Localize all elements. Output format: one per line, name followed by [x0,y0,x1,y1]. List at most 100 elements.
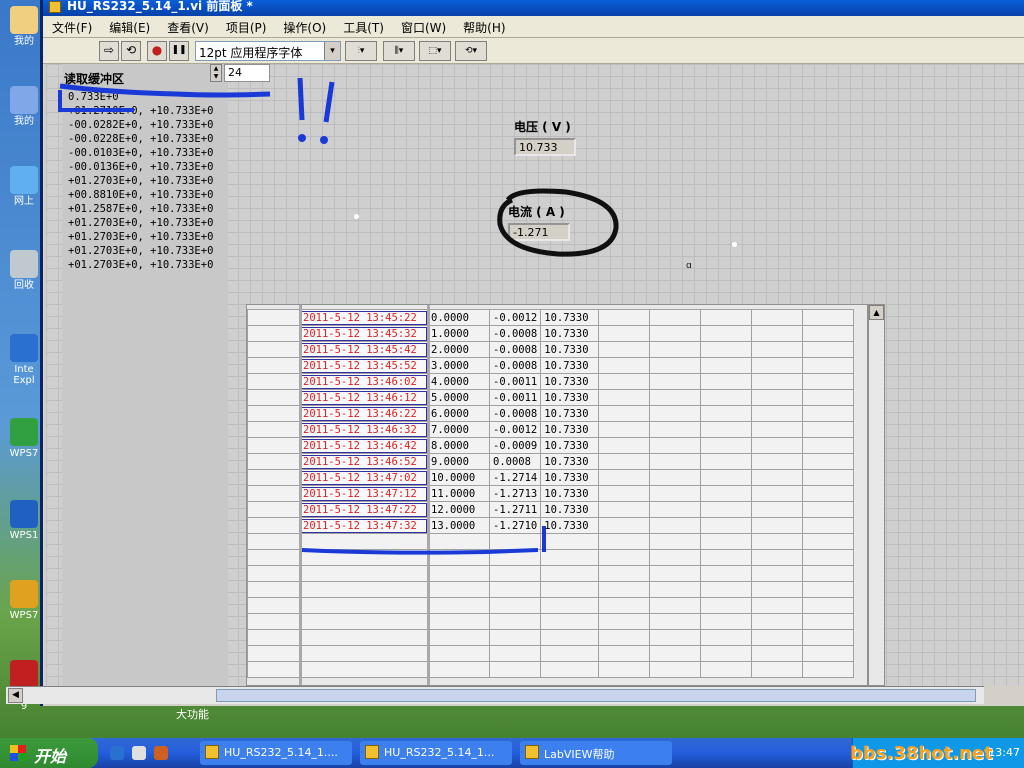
current-cell[interactable]: -0.0012 [488,309,542,326]
timestamp-cell[interactable]: 2011-5-12 13:46:32 [299,421,428,438]
menu-item[interactable]: 编辑(E) [100,16,158,36]
timestamp-cell[interactable] [299,565,428,582]
empty-cell[interactable] [751,437,804,454]
empty-cell[interactable] [649,437,702,454]
timestamp-cell[interactable] [299,533,428,550]
desktop-icon[interactable]: Inte Expl [6,334,42,386]
empty-cell[interactable] [700,533,753,550]
empty-cell[interactable] [751,453,804,470]
empty-cell[interactable] [751,469,804,486]
desktop-icon[interactable]: 网上 [6,166,42,207]
empty-cell[interactable] [700,629,753,646]
empty-cell[interactable] [802,405,855,422]
scroll-left-icon[interactable]: ◀ [8,688,23,703]
empty-cell[interactable] [649,421,702,438]
desktop-icon[interactable]: WPS7 [6,580,42,621]
voltage-cell[interactable]: 10.7330 [540,373,600,390]
voltage-cell[interactable] [540,549,600,566]
empty-cell[interactable] [700,373,753,390]
voltage-cell[interactable] [540,581,600,598]
current-cell[interactable]: -0.0008 [488,325,542,342]
row-header-cell[interactable] [247,581,300,598]
empty-cell[interactable] [649,501,702,518]
empty-cell[interactable] [700,405,753,422]
abort-icon[interactable]: ● [147,41,167,61]
empty-cell[interactable] [649,373,702,390]
empty-cell[interactable] [649,453,702,470]
timestamp-cell[interactable] [299,645,428,662]
empty-cell[interactable] [700,357,753,374]
empty-cell[interactable] [598,373,651,390]
empty-cell[interactable] [598,645,651,662]
menu-item[interactable]: 帮助(H) [454,16,513,36]
row-header-cell[interactable] [247,389,300,406]
current-cell[interactable] [488,549,542,566]
index-cell[interactable]: 12.0000 [427,501,490,518]
empty-cell[interactable] [802,581,855,598]
timestamp-cell[interactable]: 2011-5-12 13:46:02 [299,373,428,390]
empty-cell[interactable] [751,533,804,550]
index-cell[interactable]: 9.0000 [427,453,490,470]
empty-cell[interactable] [598,549,651,566]
desktop-icon[interactable]: WPS1 [6,500,42,541]
empty-cell[interactable] [700,645,753,662]
index-cell[interactable]: 13.0000 [427,517,490,534]
index-cell[interactable] [427,613,490,630]
current-cell[interactable] [488,661,542,678]
timestamp-cell[interactable]: 2011-5-12 13:45:32 [299,325,428,342]
distribute-objects-icon[interactable]: ⫼▾ [383,41,415,61]
read-buffer-string[interactable]: 0.733E+0 +01.2710E+0, +10.733E+0 -00.0282E… [68,90,228,276]
row-header-cell[interactable] [247,357,300,374]
desktop-icon[interactable]: 我的 [6,86,42,127]
empty-cell[interactable] [598,517,651,534]
empty-cell[interactable] [700,501,753,518]
empty-cell[interactable] [751,373,804,390]
current-cell[interactable]: -0.0011 [488,373,542,390]
current-cell[interactable]: -0.0012 [488,421,542,438]
row-header-cell[interactable] [247,437,300,454]
empty-cell[interactable] [598,565,651,582]
current-cell[interactable]: -0.0008 [488,341,542,358]
empty-cell[interactable] [700,517,753,534]
index-cell[interactable] [427,549,490,566]
empty-cell[interactable] [598,501,651,518]
row-header-cell[interactable] [247,309,300,326]
timestamp-cell[interactable] [299,661,428,678]
empty-cell[interactable] [751,501,804,518]
empty-cell[interactable] [802,645,855,662]
index-cell[interactable]: 1.0000 [427,325,490,342]
row-header-cell[interactable] [247,325,300,342]
voltage-cell[interactable] [540,597,600,614]
media-quicklaunch-icon[interactable] [154,746,168,760]
row-header-cell[interactable] [247,453,300,470]
empty-cell[interactable] [700,613,753,630]
empty-cell[interactable] [751,405,804,422]
empty-cell[interactable] [649,357,702,374]
row-header-cell[interactable] [247,341,300,358]
font-select[interactable]: 12pt 应用程序字体 ▾ [195,41,341,61]
empty-cell[interactable] [649,613,702,630]
empty-cell[interactable] [598,485,651,502]
table-vertical-scrollbar[interactable]: ▲ [868,304,885,686]
desktop-quicklaunch-icon[interactable] [132,746,146,760]
voltage-cell[interactable]: 10.7330 [540,389,600,406]
voltage-cell[interactable]: 10.7330 [540,357,600,374]
empty-cell[interactable] [649,325,702,342]
empty-cell[interactable] [802,549,855,566]
empty-cell[interactable] [649,405,702,422]
empty-cell[interactable] [751,597,804,614]
timestamp-cell[interactable]: 2011-5-12 13:47:02 [299,469,428,486]
current-cell[interactable] [488,565,542,582]
current-cell[interactable]: -0.0011 [488,389,542,406]
empty-cell[interactable] [598,309,651,326]
voltage-cell[interactable] [540,533,600,550]
empty-cell[interactable] [751,549,804,566]
voltage-cell[interactable] [540,629,600,646]
current-cell[interactable]: -1.2713 [488,485,542,502]
row-header-cell[interactable] [247,405,300,422]
current-cell[interactable]: -0.0008 [488,357,542,374]
current-cell[interactable] [488,597,542,614]
empty-cell[interactable] [598,405,651,422]
empty-cell[interactable] [598,469,651,486]
empty-cell[interactable] [802,533,855,550]
